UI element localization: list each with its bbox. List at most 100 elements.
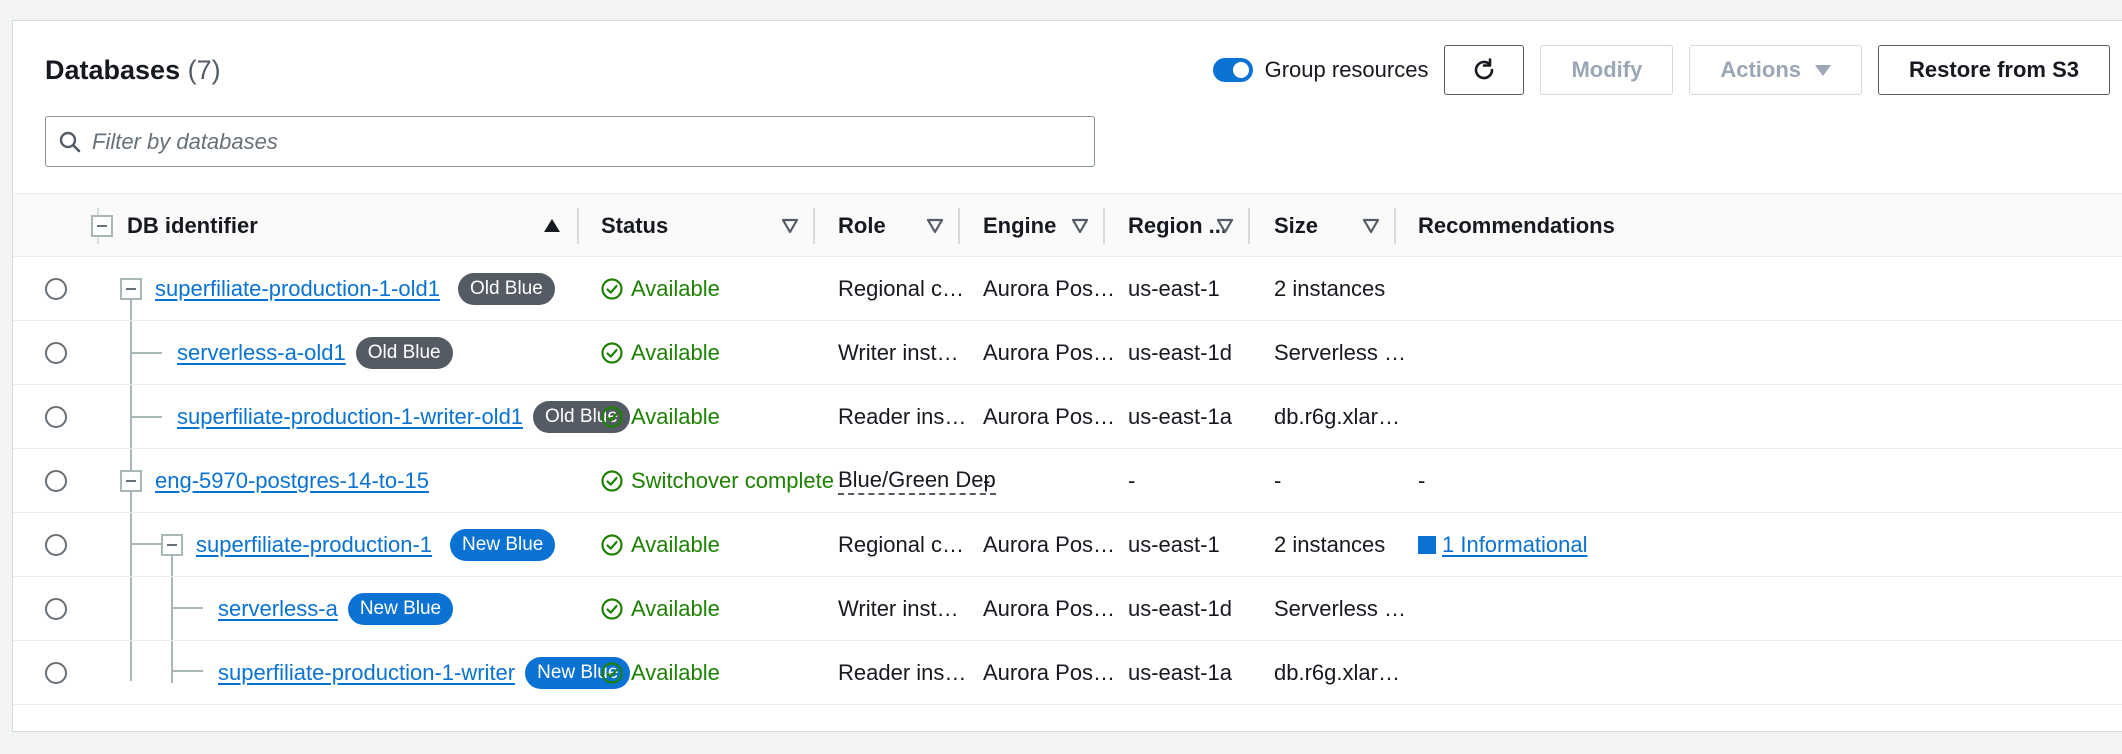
identifier-cell: superfiliate-production-1-writer New Blu… — [218, 641, 631, 705]
check-circle-icon — [601, 470, 623, 492]
status-cell: Available — [601, 321, 720, 385]
panel-header: Databases (7) Group resources Modify Act… — [13, 21, 2122, 193]
column-divider — [1394, 208, 1396, 244]
group-resources-toggle[interactable]: Group resources — [1212, 57, 1428, 83]
status-cell: Available — [601, 385, 720, 449]
deployment-badge: Old Blue — [355, 337, 453, 369]
column-label-engine: Engine — [983, 213, 1057, 238]
sort-icon — [926, 218, 944, 234]
column-divider — [1103, 208, 1105, 244]
row-select-radio[interactable] — [45, 406, 67, 428]
engine-cell: Aurora Pos… — [983, 660, 1116, 685]
region-cell: us-east-1d — [1128, 596, 1232, 621]
identifier-cell: superfiliate-production-1 New Blue — [196, 513, 556, 577]
row-select-radio[interactable] — [45, 598, 67, 620]
row-select-radio[interactable] — [45, 534, 67, 556]
role-cell: Blue/Green Dep — [838, 449, 996, 513]
identifier-cell: superfiliate-production-1-writer-old1 Ol… — [177, 385, 630, 449]
status-text: Available — [631, 596, 720, 621]
column-engine[interactable]: Engine — [983, 194, 1103, 258]
db-identifier-link[interactable]: superfiliate-production-1-old1 — [155, 276, 440, 302]
check-circle-icon — [601, 598, 623, 620]
column-status[interactable]: Status — [601, 194, 813, 258]
restore-from-s3-button[interactable]: Restore from S3 — [1878, 45, 2110, 95]
status-text: Available — [631, 660, 720, 685]
search-icon — [59, 131, 81, 152]
table-row[interactable]: serverless-a-old1 Old Blue Available Wri… — [13, 321, 2122, 385]
actions-button[interactable]: Actions — [1689, 45, 1863, 95]
refresh-button[interactable] — [1444, 45, 1525, 95]
deployment-badge: Old Blue — [457, 273, 555, 305]
row-select-radio[interactable] — [45, 278, 67, 300]
table-row[interactable]: superfiliate-production-1 New Blue Avail… — [13, 513, 2122, 577]
column-db-identifier[interactable]: DB identifier — [91, 194, 577, 258]
collapse-group-icon[interactable] — [120, 278, 142, 300]
db-identifier-link[interactable]: serverless-a — [218, 596, 338, 622]
recommendations-cell: 1 Informational — [1418, 513, 1588, 577]
filter-field[interactable] — [45, 116, 1095, 167]
row-select-radio[interactable] — [45, 662, 67, 684]
deployment-badge: New Blue — [347, 593, 454, 625]
table-row[interactable]: eng-5970-postgres-14-to-15 Switchover co… — [13, 449, 2122, 513]
sort-icon — [1362, 218, 1380, 234]
region-cell: us-east-1a — [1128, 660, 1232, 685]
check-circle-icon — [601, 662, 623, 684]
collapse-group-icon[interactable] — [161, 534, 183, 556]
db-identifier-link[interactable]: eng-5970-postgres-14-to-15 — [155, 468, 429, 494]
collapse-group-icon[interactable] — [120, 470, 142, 492]
column-divider — [958, 208, 960, 244]
sort-icon — [1071, 218, 1089, 234]
recommendation-link[interactable]: 1 Informational — [1442, 532, 1588, 558]
status-text: Available — [631, 340, 720, 365]
modify-label: Modify — [1571, 57, 1643, 82]
column-divider — [1248, 208, 1250, 244]
db-identifier-link[interactable]: serverless-a-old1 — [177, 340, 346, 366]
column-divider — [813, 208, 815, 244]
page-title: Databases (7) — [45, 55, 221, 86]
size-cell: - — [1274, 468, 1282, 493]
role-cell: Regional c… — [838, 276, 964, 301]
check-circle-icon — [601, 406, 623, 428]
status-text: Available — [631, 404, 720, 429]
column-size[interactable]: Size — [1274, 194, 1394, 258]
check-circle-icon — [601, 278, 623, 300]
status-cell: Available — [601, 577, 720, 641]
databases-table: DB identifier Status Role Engine Region … — [13, 193, 2122, 705]
row-select-radio[interactable] — [45, 470, 67, 492]
collapse-all-icon[interactable] — [91, 215, 113, 237]
sort-ascending-icon — [544, 219, 560, 232]
identifier-cell: superfiliate-production-1-old1 Old Blue — [155, 257, 555, 321]
column-label-size: Size — [1274, 213, 1319, 238]
role-text[interactable]: Blue/Green Dep — [838, 467, 996, 495]
status-text: Switchover complete — [631, 468, 834, 493]
table-row[interactable]: superfiliate-production-1-writer-old1 Ol… — [13, 385, 2122, 449]
check-circle-icon — [601, 534, 623, 556]
status-text: Available — [631, 276, 720, 301]
database-count: (7) — [187, 55, 221, 85]
db-identifier-link[interactable]: superfiliate-production-1-writer — [218, 660, 515, 686]
db-identifier-link[interactable]: superfiliate-production-1-writer-old1 — [177, 404, 523, 430]
region-cell: us-east-1 — [1128, 276, 1220, 301]
size-cell: db.r6g.xlar… — [1274, 660, 1400, 685]
table-row[interactable]: superfiliate-production-1-old1 Old Blue … — [13, 257, 2122, 321]
column-role[interactable]: Role — [838, 194, 958, 258]
engine-cell: Aurora Pos… — [983, 404, 1116, 429]
column-label-region: Region ... — [1128, 213, 1227, 238]
filter-input[interactable] — [92, 128, 1052, 155]
db-identifier-link[interactable]: superfiliate-production-1 — [196, 532, 432, 558]
title-text: Databases — [45, 55, 181, 85]
modify-button[interactable]: Modify — [1540, 45, 1674, 95]
caret-down-icon — [1815, 64, 1832, 76]
recommendations-cell: - — [1418, 468, 1426, 493]
table-row[interactable]: superfiliate-production-1-writer New Blu… — [13, 641, 2122, 705]
toggle-knob — [1232, 62, 1249, 78]
engine-cell: - — [983, 468, 991, 493]
region-cell: us-east-1d — [1128, 340, 1232, 365]
toggle-switch[interactable] — [1212, 58, 1253, 82]
column-label-role: Role — [838, 213, 886, 238]
column-region[interactable]: Region ... — [1128, 194, 1248, 258]
table-row[interactable]: serverless-a New Blue Available Writer i… — [13, 577, 2122, 641]
role-cell: Writer inst… — [838, 596, 959, 621]
row-select-radio[interactable] — [45, 342, 67, 364]
column-recommendations[interactable]: Recommendations — [1418, 194, 1618, 258]
